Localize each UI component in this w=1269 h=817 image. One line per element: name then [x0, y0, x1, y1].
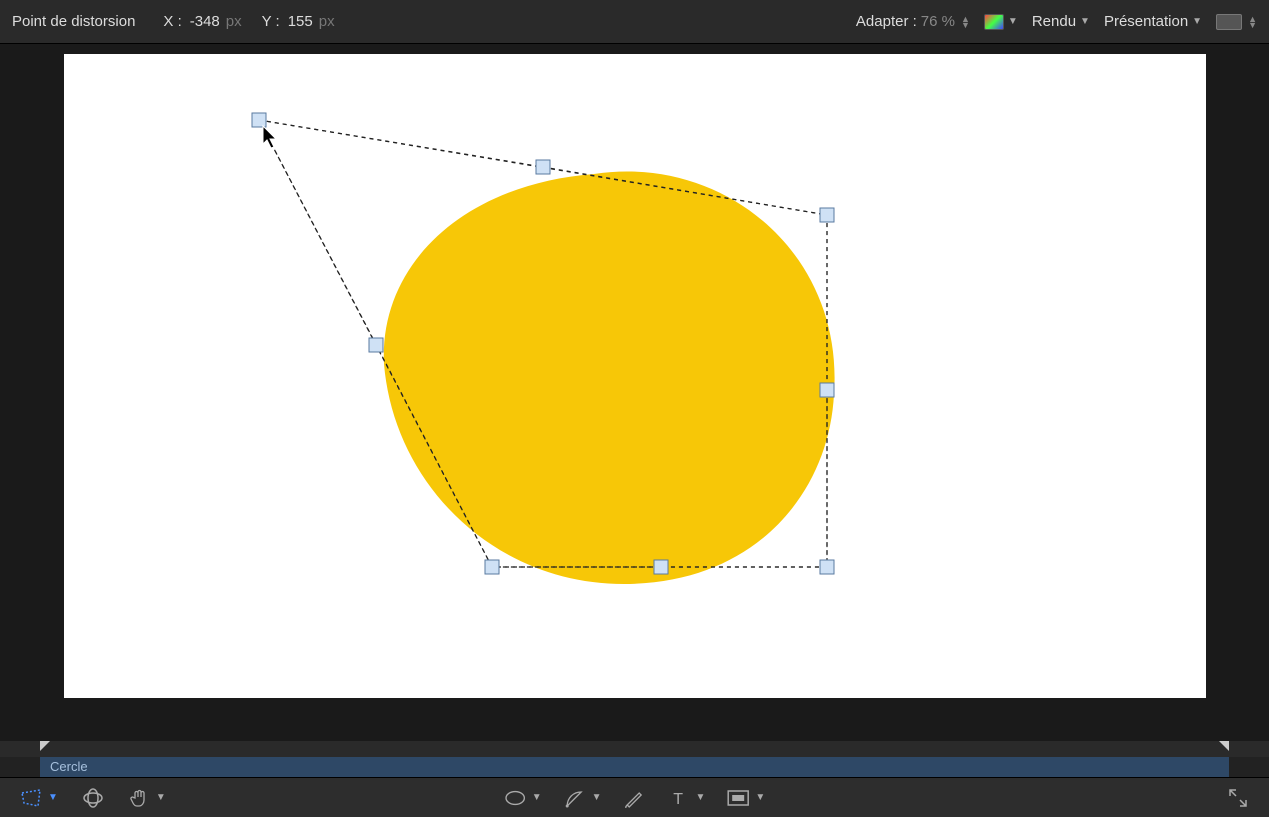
- distort-icon: [20, 788, 42, 808]
- chevron-down-icon: ▼: [48, 792, 58, 803]
- out-point-marker[interactable]: [1219, 741, 1229, 751]
- shape-tool-button[interactable]: ▼: [504, 788, 542, 808]
- fit-label: Adapter :: [856, 13, 917, 30]
- pen-tool-button[interactable]: ▼: [564, 788, 602, 808]
- coord-x[interactable]: X : -348 px: [163, 13, 241, 30]
- ellipse-icon: [504, 788, 526, 808]
- bottom-toolbar: ▼ ▼ ▼ ▼: [0, 777, 1269, 817]
- bg-swatch-icon: [1216, 14, 1242, 30]
- handle-mid-right[interactable]: [820, 383, 834, 397]
- top-bar-right: Adapter : 76 % ▲▼ ▼ Rendu ▼ Présentation…: [856, 13, 1257, 30]
- expand-icon: [1227, 788, 1249, 808]
- text-icon: T: [668, 788, 690, 808]
- handle-bottom-left[interactable]: [485, 560, 499, 574]
- canvas-overlay: [64, 54, 1206, 698]
- brush-icon: [624, 788, 646, 808]
- presentation-label: Présentation: [1104, 13, 1188, 30]
- coord-y-label: Y :: [262, 13, 280, 30]
- fit-value: 76 %: [921, 13, 955, 30]
- mask-tool-button[interactable]: ▼: [727, 788, 765, 808]
- chevron-down-icon: ▼: [592, 792, 602, 803]
- chevron-down-icon: ▼: [1008, 16, 1018, 27]
- chevron-down-icon: ▼: [532, 792, 542, 803]
- handle-bottom-mid[interactable]: [654, 560, 668, 574]
- handle-top-mid[interactable]: [536, 160, 550, 174]
- handle-top-left[interactable]: [252, 113, 266, 127]
- timeline-ruler[interactable]: [0, 741, 1269, 757]
- top-bar-left: Point de distorsion X : -348 px Y : 155 …: [12, 13, 335, 30]
- svg-text:T: T: [674, 791, 684, 807]
- chevron-down-icon: ▼: [156, 792, 166, 803]
- coord-y-unit: px: [319, 13, 335, 30]
- canvas[interactable]: [64, 54, 1206, 698]
- text-tool-button[interactable]: T ▼: [668, 788, 706, 808]
- distort-tool-button[interactable]: ▼: [20, 788, 58, 808]
- layer-name: Cercle: [50, 759, 88, 774]
- chevron-down-icon: ▼: [696, 792, 706, 803]
- stepper-icon: ▲▼: [961, 16, 970, 28]
- presentation-dropdown[interactable]: Présentation ▼: [1104, 13, 1202, 30]
- coord-x-label: X :: [163, 13, 181, 30]
- handle-mid-left[interactable]: [369, 338, 383, 352]
- background-color-dropdown[interactable]: ▲▼: [1216, 14, 1257, 30]
- coord-y[interactable]: Y : 155 px: [262, 13, 335, 30]
- fullscreen-button[interactable]: [1227, 788, 1249, 808]
- bounds-edge: [259, 120, 543, 167]
- cursor-pointer-icon: [263, 126, 276, 148]
- brush-tool-button[interactable]: [624, 788, 646, 808]
- coord-x-unit: px: [226, 13, 242, 30]
- pen-icon: [564, 788, 586, 808]
- handle-bottom-right[interactable]: [820, 560, 834, 574]
- orbit-icon: [82, 788, 104, 808]
- toolbar-center: ▼ ▼ T ▼ ▼: [504, 788, 766, 808]
- coord-y-value: 155: [288, 13, 313, 30]
- zoom-fit-control[interactable]: Adapter : 76 % ▲▼: [856, 13, 970, 30]
- canvas-viewport[interactable]: [0, 44, 1269, 741]
- color-channel-dropdown[interactable]: ▼: [984, 14, 1018, 30]
- chevron-down-icon: ▼: [1192, 16, 1202, 27]
- mask-icon: [727, 788, 749, 808]
- active-tool-label: Point de distorsion: [12, 13, 135, 30]
- toolbar-left: ▼ ▼: [20, 788, 166, 808]
- handle-top-right[interactable]: [820, 208, 834, 222]
- in-point-marker[interactable]: [40, 741, 50, 751]
- orbit-tool-button[interactable]: [82, 788, 104, 808]
- mini-timeline: Cercle: [0, 741, 1269, 777]
- render-label: Rendu: [1032, 13, 1076, 30]
- hand-icon: [128, 788, 150, 808]
- chevron-down-icon: ▼: [1080, 16, 1090, 27]
- layer-track[interactable]: Cercle: [40, 757, 1229, 777]
- render-dropdown[interactable]: Rendu ▼: [1032, 13, 1090, 30]
- toolbar-right: [1227, 788, 1249, 808]
- stepper-icon: ▲▼: [1248, 16, 1257, 28]
- top-toolbar: Point de distorsion X : -348 px Y : 155 …: [0, 0, 1269, 44]
- chevron-down-icon: ▼: [755, 792, 765, 803]
- shape-circle[interactable]: [383, 171, 834, 584]
- color-channel-icon: [984, 14, 1004, 30]
- pan-tool-button[interactable]: ▼: [128, 788, 166, 808]
- coord-x-value: -348: [190, 13, 220, 30]
